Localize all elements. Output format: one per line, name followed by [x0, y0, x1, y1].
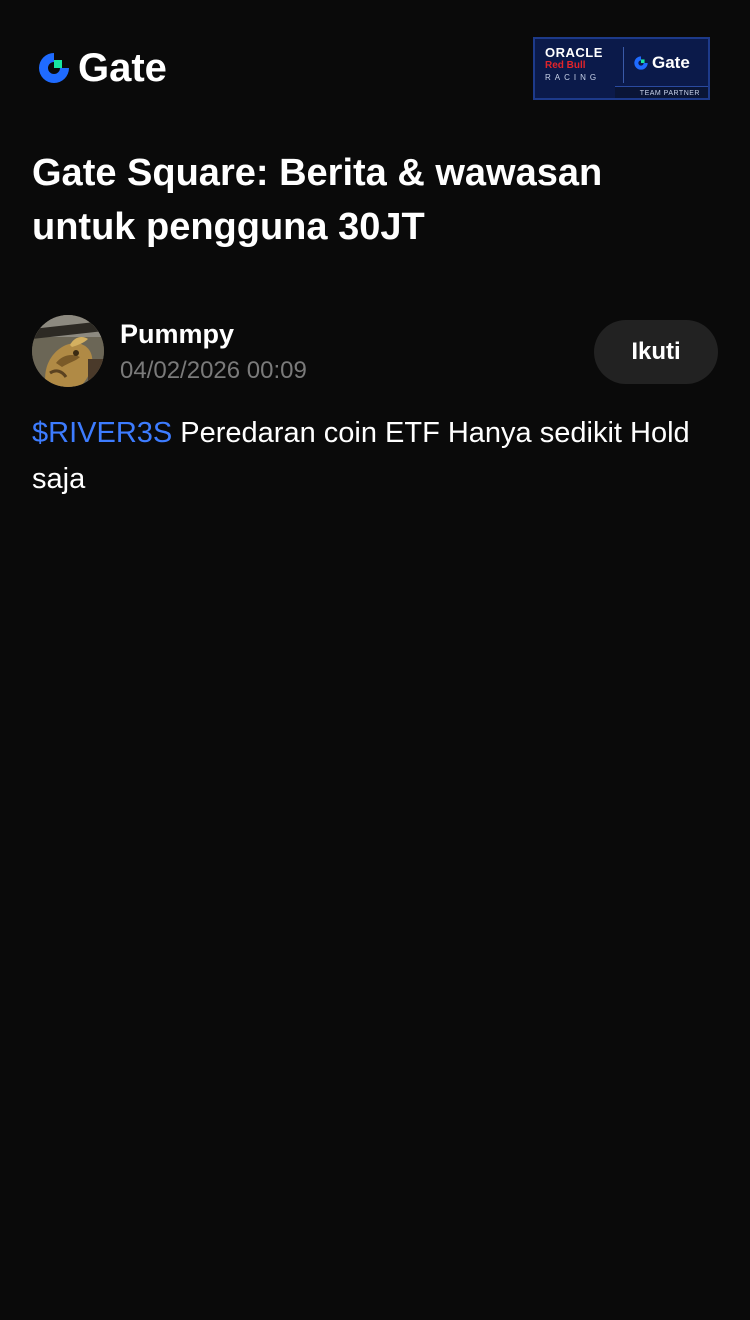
logo-text: Gate	[78, 46, 167, 90]
badge-divider	[623, 47, 624, 83]
gate-logo[interactable]: Gate	[36, 48, 167, 88]
badge-gate-text: Gate	[652, 53, 690, 72]
badge-team-partner-text: TEAM PARTNER	[639, 90, 700, 97]
badge-gate-logo: Gate	[633, 53, 690, 73]
badge-oracle-text: ORACLE	[545, 45, 603, 60]
top-header: Gate ORACLE Red Bull RACING Gate TEAM PA…	[0, 0, 750, 130]
partner-badge: ORACLE Red Bull RACING Gate TEAM PARTNER	[533, 37, 710, 100]
post-content: $RIVER3S Peredaran coin ETF Hanya sediki…	[32, 410, 712, 502]
post-timestamp: 04/02/2026 00:09	[120, 357, 307, 384]
badge-racing-text: RACING	[545, 73, 601, 82]
avatar[interactable]	[32, 315, 104, 387]
follow-button[interactable]: Ikuti	[594, 320, 718, 384]
post-author-row: Pummpy 04/02/2026 00:09 Ikuti	[32, 315, 718, 389]
ticker-link[interactable]: $RIVER3S	[32, 417, 172, 449]
badge-redbull-text: Red Bull	[545, 60, 586, 71]
page-title: Gate Square: Berita & wawasan untuk peng…	[32, 152, 603, 248]
gate-logo-icon	[634, 56, 648, 70]
author-name[interactable]: Pummpy	[120, 317, 234, 351]
gate-logo-icon	[39, 53, 69, 83]
avatar-image	[32, 315, 104, 387]
